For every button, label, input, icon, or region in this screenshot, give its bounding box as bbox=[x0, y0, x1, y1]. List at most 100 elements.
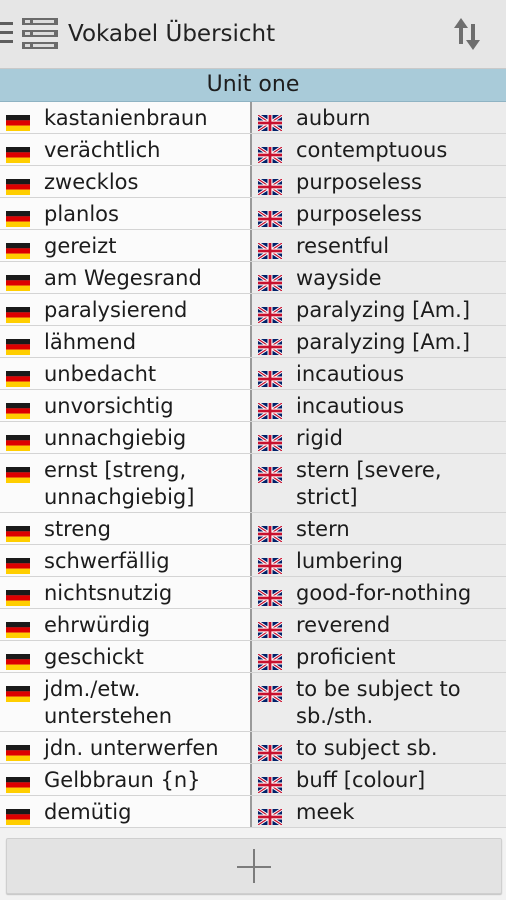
german-cell[interactable]: unnachgiebig bbox=[0, 422, 252, 453]
vocab-row[interactable]: verächtlich contemptuous bbox=[0, 134, 506, 166]
german-cell[interactable]: verächtlich bbox=[0, 134, 252, 165]
german-flag-icon bbox=[6, 111, 30, 131]
vocab-row[interactable]: am Wegesrand wayside bbox=[0, 262, 506, 294]
german-cell[interactable]: demütig bbox=[0, 796, 252, 827]
german-cell[interactable]: ernst [streng, unnachgiebig] bbox=[0, 454, 252, 512]
english-cell[interactable]: paralyzing [Am.] bbox=[252, 326, 506, 357]
vocab-row[interactable]: gereizt resentful bbox=[0, 230, 506, 262]
german-word: ernst [streng, unnachgiebig] bbox=[44, 458, 195, 509]
vocab-row[interactable]: zwecklos purposeless bbox=[0, 166, 506, 198]
english-cell[interactable]: good-for-nothing bbox=[252, 577, 506, 608]
german-word: jdm./etw. unterstehen bbox=[44, 677, 173, 728]
english-cell[interactable]: proficient bbox=[252, 641, 506, 672]
vocab-row[interactable]: kastanienbraun auburn bbox=[0, 102, 506, 134]
vocab-row[interactable]: nichtsnutzig good-for-nothing bbox=[0, 577, 506, 609]
english-cell[interactable]: rigid bbox=[252, 422, 506, 453]
german-cell[interactable]: jdm./etw. unterstehen bbox=[0, 673, 252, 731]
english-cell[interactable]: paralyzing [Am.] bbox=[252, 294, 506, 325]
sort-arrows-icon[interactable] bbox=[450, 14, 484, 54]
page-title: Vokabel Übersicht bbox=[68, 21, 276, 47]
german-word: Gelbbraun {n} bbox=[44, 768, 201, 792]
vocab-row[interactable]: jdm./etw. unterstehen to be subject to sb… bbox=[0, 673, 506, 732]
english-cell[interactable]: buff [colour] bbox=[252, 764, 506, 795]
uk-flag-icon bbox=[257, 650, 283, 672]
german-cell[interactable]: unvorsichtig bbox=[0, 390, 252, 421]
vocab-row[interactable]: streng stern bbox=[0, 513, 506, 545]
german-cell[interactable]: zwecklos bbox=[0, 166, 252, 197]
english-word: auburn bbox=[296, 106, 371, 130]
german-cell[interactable]: jdn. unterwerfen bbox=[0, 732, 252, 763]
uk-flag-icon bbox=[257, 554, 283, 576]
german-flag-icon bbox=[6, 805, 30, 825]
german-cell[interactable]: paralysierend bbox=[0, 294, 252, 325]
vocab-row[interactable]: unnachgiebig rigid bbox=[0, 422, 506, 454]
drawer-menu-icon[interactable] bbox=[0, 22, 14, 46]
add-vocabulary-button[interactable] bbox=[6, 838, 502, 894]
english-word: lumbering bbox=[296, 549, 403, 573]
vocab-row[interactable]: demütig meek bbox=[0, 796, 506, 828]
vocab-row[interactable]: geschickt proficient bbox=[0, 641, 506, 673]
english-cell[interactable]: to subject sb. bbox=[252, 732, 506, 763]
uk-flag-icon bbox=[257, 143, 283, 165]
german-word: jdn. unterwerfen bbox=[44, 736, 219, 760]
vocab-row[interactable]: unbedacht incautious bbox=[0, 358, 506, 390]
german-cell[interactable]: streng bbox=[0, 513, 252, 544]
english-cell[interactable]: contemptuous bbox=[252, 134, 506, 165]
german-cell[interactable]: geschickt bbox=[0, 641, 252, 672]
german-cell[interactable]: lähmend bbox=[0, 326, 252, 357]
english-cell[interactable]: incautious bbox=[252, 358, 506, 389]
english-cell[interactable]: wayside bbox=[252, 262, 506, 293]
german-cell[interactable]: ehrwürdig bbox=[0, 609, 252, 640]
english-cell[interactable]: lumbering bbox=[252, 545, 506, 576]
english-word: incautious bbox=[296, 362, 405, 386]
english-cell[interactable]: stern bbox=[252, 513, 506, 544]
english-cell[interactable]: auburn bbox=[252, 102, 506, 133]
german-cell[interactable]: am Wegesrand bbox=[0, 262, 252, 293]
german-cell[interactable]: schwerfällig bbox=[0, 545, 252, 576]
german-word: ehrwürdig bbox=[44, 613, 151, 637]
uk-flag-icon bbox=[257, 303, 283, 325]
vocab-row[interactable]: paralysierend paralyzing [Am.] bbox=[0, 294, 506, 326]
english-cell[interactable]: stern [severe, strict] bbox=[252, 454, 506, 512]
vocab-row[interactable]: ehrwürdig reverend bbox=[0, 609, 506, 641]
english-cell[interactable]: resentful bbox=[252, 230, 506, 261]
german-cell[interactable]: unbedacht bbox=[0, 358, 252, 389]
german-word: paralysierend bbox=[44, 298, 188, 322]
german-flag-icon bbox=[6, 741, 30, 761]
german-flag-icon bbox=[6, 554, 30, 574]
german-cell[interactable]: Gelbbraun {n} bbox=[0, 764, 252, 795]
german-flag-icon bbox=[6, 207, 30, 227]
german-flag-icon bbox=[6, 271, 30, 291]
english-cell[interactable]: purposeless bbox=[252, 166, 506, 197]
german-cell[interactable]: planlos bbox=[0, 198, 252, 229]
english-cell[interactable]: meek bbox=[252, 796, 506, 827]
vocab-row[interactable]: jdn. unterwerfen to subject sb. bbox=[0, 732, 506, 764]
english-cell[interactable]: incautious bbox=[252, 390, 506, 421]
vocab-row[interactable]: ernst [streng, unnachgiebig] stern [sever… bbox=[0, 454, 506, 513]
german-cell[interactable]: kastanienbraun bbox=[0, 102, 252, 133]
german-cell[interactable]: gereizt bbox=[0, 230, 252, 261]
german-flag-icon bbox=[6, 650, 30, 670]
list-icon[interactable] bbox=[22, 18, 58, 50]
uk-flag-icon bbox=[257, 399, 283, 421]
english-word: purposeless bbox=[296, 170, 422, 194]
vocab-row[interactable]: schwerfällig lumbering bbox=[0, 545, 506, 577]
uk-flag-icon bbox=[257, 586, 283, 608]
german-word: kastanienbraun bbox=[44, 106, 208, 130]
english-cell[interactable]: to be subject to sb./sth. bbox=[252, 673, 506, 731]
german-flag-icon bbox=[6, 143, 30, 163]
uk-flag-icon bbox=[257, 618, 283, 640]
english-cell[interactable]: reverend bbox=[252, 609, 506, 640]
uk-flag-icon bbox=[257, 522, 283, 544]
german-flag-icon bbox=[6, 399, 30, 419]
vocabulary-list[interactable]: kastanienbraun auburn verächtlich contemptu… bbox=[0, 102, 506, 832]
vocab-row[interactable]: lähmend paralyzing [Am.] bbox=[0, 326, 506, 358]
english-word: incautious bbox=[296, 394, 405, 418]
german-flag-icon bbox=[6, 367, 30, 387]
english-word: proficient bbox=[296, 645, 396, 669]
vocab-row[interactable]: Gelbbraun {n} buff [colour] bbox=[0, 764, 506, 796]
vocab-row[interactable]: unvorsichtig incautious bbox=[0, 390, 506, 422]
english-cell[interactable]: purposeless bbox=[252, 198, 506, 229]
german-cell[interactable]: nichtsnutzig bbox=[0, 577, 252, 608]
vocab-row[interactable]: planlos purposeless bbox=[0, 198, 506, 230]
